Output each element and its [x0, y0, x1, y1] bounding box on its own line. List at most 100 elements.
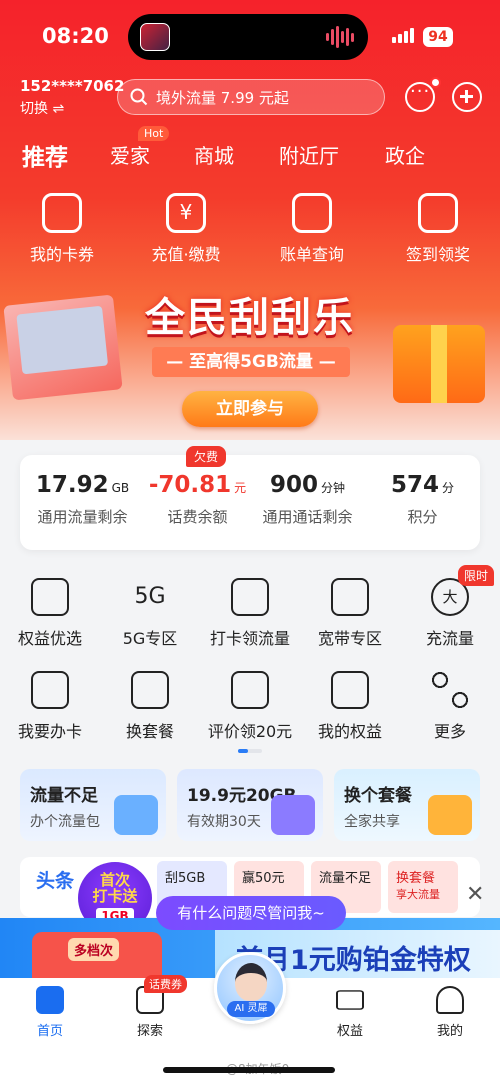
usage-summary: 17.92 GB 通用流量剩余 -70.81 元 话费余额 900 分钟 通用通话剩余…: [20, 455, 480, 550]
battery-icon: 94: [423, 27, 453, 47]
service-review[interactable]: 评价领20元: [200, 671, 300, 742]
nav-label: 我的: [436, 1024, 463, 1039]
service-more[interactable]: 更多: [400, 671, 500, 742]
stat-value: 574: [390, 472, 439, 498]
audio-wave-icon: [326, 26, 354, 48]
nav-benefits[interactable]: 权益: [310, 986, 390, 1039]
nav-label: 探索: [136, 1024, 163, 1039]
sim-card-icon: [31, 671, 69, 709]
stat-unit: GB: [111, 481, 130, 495]
join-button[interactable]: 立即参与: [182, 391, 318, 427]
quick-coupons[interactable]: 我的卡券: [12, 193, 112, 265]
category-tabs: 推荐 爱家 商城 附近厅 政企: [0, 138, 500, 172]
bill-search-icon: [292, 193, 332, 233]
hot-badge: Hot: [138, 126, 170, 141]
headline-title: 头条: [36, 870, 75, 892]
chip-title: 赢50元: [242, 871, 285, 886]
nav-mine[interactable]: 我的: [410, 986, 490, 1039]
yen-icon: ¥: [166, 193, 206, 233]
stat-balance[interactable]: -70.81 元 话费余额: [140, 472, 255, 527]
chip-title: 换套餐: [396, 871, 436, 886]
service-label: 权益优选: [17, 629, 82, 648]
service-broadband[interactable]: 宽带专区: [300, 578, 400, 649]
scratch-card-art: [3, 294, 123, 401]
promo-art: [271, 795, 315, 835]
ad-left-tag: 多档次: [68, 938, 120, 961]
notification-dot: [430, 77, 441, 88]
diamond-icon: [336, 990, 364, 1010]
status-bar: 08:20 94: [0, 0, 500, 70]
stat-data[interactable]: 17.92 GB 通用流量剩余: [25, 472, 140, 527]
account-number[interactable]: 152****7062: [20, 77, 124, 95]
nav-explore[interactable]: 探索: [110, 986, 190, 1039]
stat-points[interactable]: 574 分 积分: [365, 472, 480, 527]
service-label: 评价领20元: [207, 722, 293, 741]
tab-mall[interactable]: 商城: [194, 140, 234, 169]
assistant-bubble[interactable]: 有什么问题尽管问我~: [156, 896, 346, 930]
banner-title: 全民刮刮乐: [145, 295, 355, 341]
sim-data-icon: [231, 578, 269, 616]
quick-bill[interactable]: 账单查询: [262, 193, 362, 265]
calendar-check-icon: [418, 193, 458, 233]
tab-enterprise[interactable]: 政企: [385, 140, 425, 169]
service-topup-data[interactable]: 大 充流量: [400, 578, 500, 649]
stat-label: 积分: [407, 508, 438, 526]
music-thumbnail: [140, 23, 170, 51]
promo-20gb[interactable]: 19.9元20GB 有效期30天: [177, 769, 323, 841]
close-icon[interactable]: ✕: [466, 882, 484, 907]
ai-assistant-avatar[interactable]: AI 灵犀: [214, 952, 286, 1024]
arrears-badge: 欠费: [186, 446, 227, 467]
tab-recommend[interactable]: 推荐: [22, 138, 68, 172]
service-my-benefits[interactable]: 我的权益: [300, 671, 400, 742]
banner-subtitle: — 至高得5GB流量 —: [152, 347, 350, 377]
stat-voice[interactable]: 900 分钟 通用通话剩余: [250, 472, 365, 527]
quick-checkin[interactable]: 签到领奖: [388, 193, 488, 265]
ai-label: AI 灵犀: [227, 1001, 275, 1017]
stat-label: 通用通话剩余: [262, 508, 353, 526]
stat-value: 900: [269, 472, 318, 498]
promo-change-plan[interactable]: 换个套餐 全家共享: [334, 769, 480, 841]
search-placeholder: 境外流量 7.99 元起: [156, 88, 289, 107]
service-benefits[interactable]: 权益优选: [0, 578, 100, 649]
coupon-badge: 话费券: [144, 975, 187, 993]
broadband-icon: [331, 578, 369, 616]
nav-label: 首页: [36, 1024, 63, 1039]
stat-value: -70.81: [148, 472, 232, 498]
scratch-banner[interactable]: 全民刮刮乐 — 至高得5GB流量 — 立即参与: [0, 285, 500, 435]
stat-unit: 分: [442, 481, 455, 495]
person-icon: [436, 986, 464, 1014]
quick-recharge[interactable]: ¥ 充值·缴费: [136, 193, 236, 265]
avatar: [235, 963, 267, 1001]
quick-label: 账单查询: [279, 245, 344, 264]
dynamic-island: [128, 14, 368, 60]
promo-data-pack[interactable]: 流量不足 办个流量包: [20, 769, 166, 841]
search-icon: [130, 88, 148, 106]
limited-badge: 限时: [458, 565, 495, 586]
5g-icon: 5G: [134, 584, 166, 609]
home-indicator: [163, 1067, 335, 1073]
service-5g[interactable]: 5G 5G专区: [100, 578, 200, 649]
checkin-line2: 打卡送: [92, 887, 138, 905]
clock: 08:20: [42, 24, 109, 48]
tab-nearby[interactable]: 附近厅: [279, 140, 339, 169]
stat-label: 话费余额: [167, 508, 228, 526]
tab-family[interactable]: 爱家: [110, 140, 150, 169]
shield-v-icon: [31, 578, 69, 616]
nav-home[interactable]: 首页: [10, 986, 90, 1039]
search-input[interactable]: 境外流量 7.99 元起: [117, 79, 385, 115]
service-label: 打卡领流量: [209, 629, 290, 648]
stat-unit: 元: [234, 481, 247, 495]
service-new-card[interactable]: 我要办卡: [0, 671, 100, 742]
switch-account-button[interactable]: 切换 ⇌: [20, 98, 64, 118]
gift-box-art: [393, 325, 485, 403]
service-change-plan[interactable]: 换套餐: [100, 671, 200, 742]
headline-chip[interactable]: 换套餐 享大流量: [388, 861, 458, 913]
edit-review-icon: [231, 671, 269, 709]
service-checkin-data[interactable]: 打卡领流量: [200, 578, 300, 649]
add-icon[interactable]: [452, 82, 482, 112]
quick-label: 签到领奖: [405, 245, 470, 264]
message-icon[interactable]: [405, 81, 435, 112]
service-label: 5G专区: [122, 629, 178, 648]
chip-title: 刮5GB: [165, 871, 206, 886]
more-grid-icon: [431, 671, 469, 709]
